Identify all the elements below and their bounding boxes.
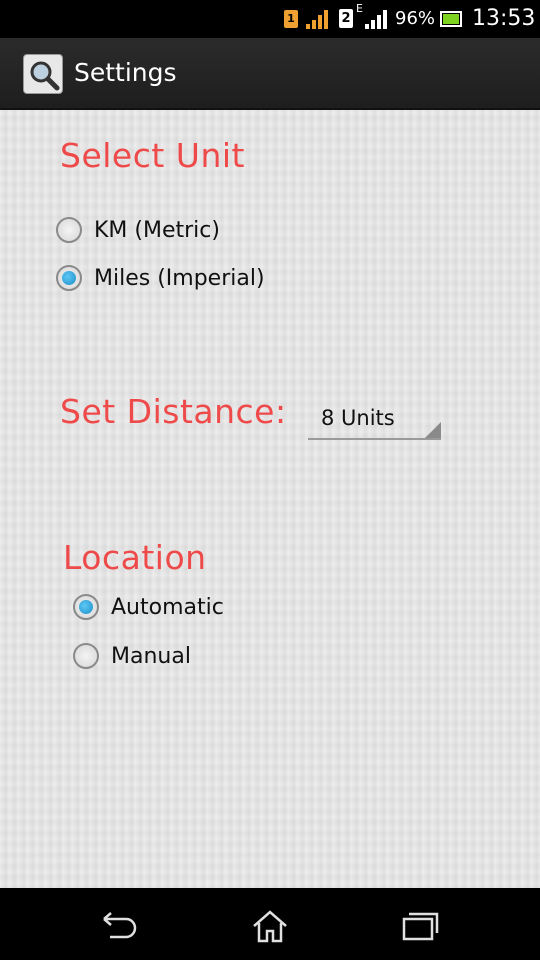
radio-button-miles[interactable]	[56, 265, 82, 291]
recent-apps-button[interactable]	[400, 906, 440, 946]
signal-strength-icon-sim1	[306, 10, 328, 29]
radio-button-km[interactable]	[56, 217, 82, 243]
distance-dropdown-value: 8 Units	[321, 406, 395, 430]
back-icon	[103, 912, 137, 939]
action-bar: Settings	[0, 38, 540, 110]
set-distance-heading: Set Distance:	[60, 392, 287, 431]
magnifier-icon	[30, 61, 60, 91]
home-button[interactable]	[250, 906, 290, 946]
clock: 13:53	[472, 6, 536, 31]
battery-percent: 96%	[395, 8, 436, 29]
signal-strength-icon-sim2	[365, 10, 387, 29]
distance-dropdown[interactable]: 8 Units	[308, 402, 441, 440]
radio-label-km: KM (Metric)	[94, 217, 220, 243]
app-icon[interactable]	[23, 54, 63, 94]
status-bar: 1 2 E 96% 13:53	[0, 0, 540, 38]
radio-button-manual[interactable]	[73, 643, 99, 669]
back-button[interactable]	[100, 906, 140, 946]
radio-label-automatic: Automatic	[111, 594, 224, 620]
select-unit-heading: Select Unit	[60, 136, 245, 175]
home-icon	[253, 910, 287, 943]
radio-option-manual[interactable]: Manual	[73, 636, 191, 676]
network-type-label: E	[356, 2, 363, 15]
settings-content: Select Unit KM (Metric) Miles (Imperial)…	[0, 110, 540, 888]
sim2-indicator: 2	[339, 9, 353, 28]
radio-label-manual: Manual	[111, 643, 191, 669]
radio-option-miles[interactable]: Miles (Imperial)	[56, 258, 265, 298]
notification-badge: 1	[284, 10, 298, 28]
radio-button-automatic[interactable]	[73, 594, 99, 620]
radio-label-miles: Miles (Imperial)	[94, 265, 265, 291]
battery-icon	[440, 11, 462, 27]
radio-option-automatic[interactable]: Automatic	[73, 587, 224, 627]
radio-option-km[interactable]: KM (Metric)	[56, 210, 220, 250]
dropdown-arrow-icon	[425, 422, 441, 438]
recent-apps-icon	[402, 912, 439, 941]
location-heading: Location	[63, 538, 207, 577]
page-title: Settings	[74, 58, 177, 87]
navigation-bar	[0, 888, 540, 960]
